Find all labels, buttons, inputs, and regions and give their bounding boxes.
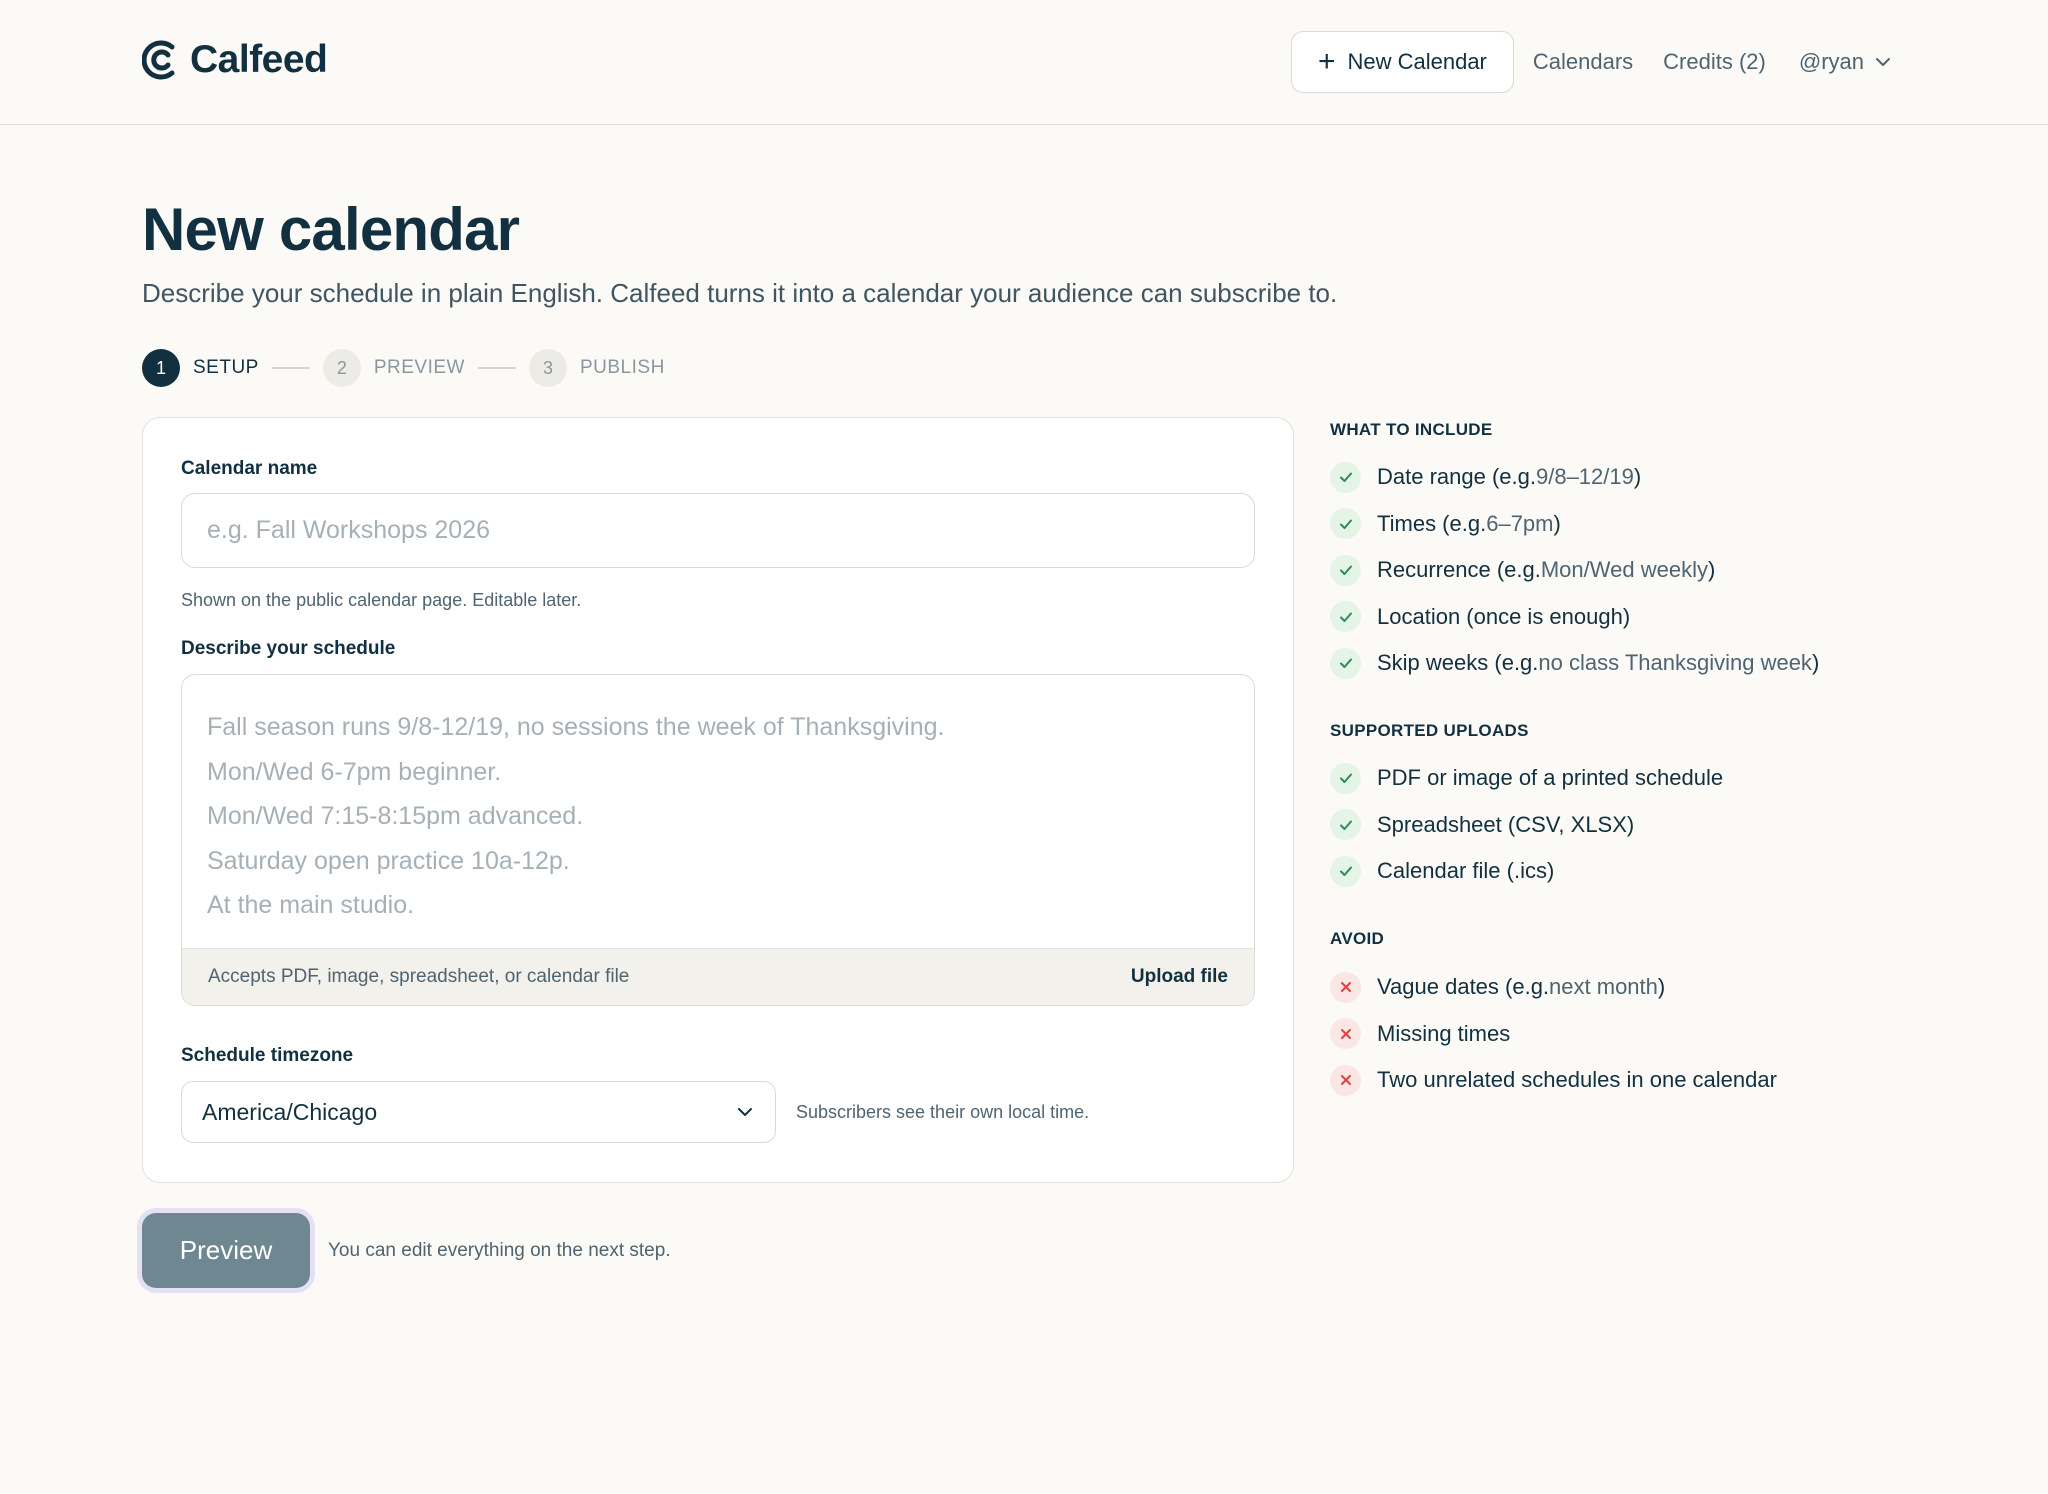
timezone-select[interactable]: America/Chicago (181, 1081, 776, 1143)
check-icon (1330, 809, 1361, 840)
avoid-item: Missing times (1330, 1016, 1510, 1052)
x-icon (1330, 1018, 1361, 1049)
calfeed-logo-icon (142, 40, 175, 80)
item-suffix: ) (1633, 464, 1642, 489)
stepper: 1 SETUP 2 PREVIEW 3 PUBLISH (142, 349, 665, 387)
item-text: Vague dates (e.g. (1377, 974, 1550, 999)
step-publish: 3 PUBLISH (528, 349, 665, 387)
item-text: Skip weeks (e.g. (1377, 650, 1539, 675)
top-navbar: Calfeed + New Calendar Calendars Credits… (0, 0, 2048, 125)
step-label: PREVIEW (373, 357, 465, 378)
page-title: New calendar (142, 196, 520, 263)
schedule-box: Accepts PDF, image, spreadsheet, or cale… (181, 674, 1255, 1006)
step-setup: 1 SETUP (142, 349, 259, 387)
avoid-item: Vague dates (e.g. next month) (1330, 969, 1665, 1005)
checklist-item: Date range (e.g. 9/8–12/19) (1330, 459, 1641, 495)
calendar-name-label: Calendar name (181, 458, 318, 479)
schedule-textarea[interactable] (182, 675, 1254, 951)
avoid-heading: AVOID (1330, 929, 1385, 948)
step-number: 2 (322, 349, 361, 387)
upload-note: Accepts PDF, image, spreadsheet, or cale… (208, 966, 630, 987)
item-example: no class Thanksgiving week (1538, 650, 1812, 675)
checklist-item: Skip weeks (e.g. no class Thanksgiving w… (1330, 645, 1819, 681)
plus-icon: + (1317, 45, 1336, 78)
uploads-heading: SUPPORTED UPLOADS (1330, 721, 1529, 740)
step-number: 3 (528, 349, 567, 387)
upload-file-button[interactable]: Upload file (1131, 966, 1228, 988)
item-text: Missing times (1377, 1020, 1511, 1046)
logo[interactable]: Calfeed (142, 38, 328, 82)
step-label: SETUP (193, 357, 259, 378)
form-card: Calendar name Shown on the public calend… (142, 417, 1294, 1183)
item-text: Location (once is enough) (1377, 603, 1631, 629)
user-menu[interactable]: @ryan (1799, 49, 1892, 75)
item-text: Two unrelated schedules in one calendar (1377, 1067, 1777, 1092)
check-icon (1330, 461, 1361, 493)
item-text: PDF or image of a printed schedule (1377, 765, 1724, 790)
checklist-item: Calendar file (.ics) (1330, 853, 1554, 889)
new-calendar-label: New Calendar (1347, 49, 1487, 74)
x-icon (1330, 971, 1361, 1003)
item-example: next month (1549, 974, 1658, 999)
logo-text: Calfeed (190, 38, 328, 81)
item-suffix: ) (1707, 557, 1716, 582)
timezone-value: America/Chicago (202, 1098, 378, 1125)
checklist-item: Times (e.g. 6–7pm) (1330, 506, 1561, 542)
item-suffix: ) (1657, 974, 1666, 999)
item-example: Mon/Wed weekly (1540, 557, 1708, 582)
step-connector (271, 367, 310, 369)
nav-credits[interactable]: Credits (2) (1663, 49, 1766, 75)
page-subtitle: Describe your schedule in plain English.… (142, 278, 1338, 308)
item-example: 9/8–12/19 (1535, 464, 1634, 489)
preview-note: You can edit everything on the next step… (328, 1240, 671, 1261)
item-text: Recurrence (e.g. (1377, 557, 1541, 582)
step-connector (477, 367, 516, 369)
include-heading: WHAT TO INCLUDE (1330, 420, 1493, 439)
x-icon (1330, 1064, 1361, 1096)
checklist-item: PDF or image of a printed schedule (1330, 760, 1723, 796)
calendar-name-help: Shown on the public calendar page. Edita… (181, 590, 582, 610)
chevron-down-icon (738, 1108, 752, 1116)
step-number: 1 (142, 349, 180, 387)
upload-bar: Accepts PDF, image, spreadsheet, or cale… (182, 948, 1254, 1005)
item-text: Times (e.g. (1377, 510, 1487, 536)
main-nav: + New Calendar Calendars Credits (2) @ry… (1290, 31, 1892, 93)
check-icon (1330, 647, 1361, 679)
checklist-item: Recurrence (e.g. Mon/Wed weekly) (1330, 552, 1715, 588)
check-icon (1330, 508, 1361, 539)
timezone-label: Schedule timezone (181, 1045, 354, 1066)
step-label: PUBLISH (579, 357, 665, 378)
schedule-label: Describe your schedule (181, 638, 396, 659)
timezone-note: Subscribers see their own local time. (796, 1102, 1090, 1122)
item-suffix: ) (1553, 510, 1561, 536)
check-icon (1330, 601, 1361, 632)
user-handle: @ryan (1798, 49, 1864, 74)
calendar-name-input[interactable] (181, 493, 1255, 568)
nav-calendars[interactable]: Calendars (1533, 49, 1633, 75)
check-icon (1330, 554, 1361, 586)
checklist-item: Spreadsheet (CSV, XLSX) (1330, 807, 1634, 843)
new-calendar-button[interactable]: + New Calendar (1290, 31, 1514, 93)
item-text: Calendar file (.ics) (1377, 858, 1555, 883)
item-text: Date range (e.g. (1377, 464, 1536, 489)
checklist-item: Location (once is enough) (1330, 599, 1630, 635)
item-suffix: ) (1811, 650, 1820, 675)
item-text: Spreadsheet (CSV, XLSX) (1377, 811, 1635, 837)
step-preview: 2 PREVIEW (322, 349, 465, 387)
chevron-down-icon (1876, 58, 1890, 66)
preview-button[interactable]: Preview (142, 1213, 310, 1288)
check-icon (1330, 855, 1361, 887)
item-example: 6–7pm (1486, 510, 1554, 536)
avoid-item: Two unrelated schedules in one calendar (1330, 1062, 1777, 1098)
check-icon (1330, 762, 1361, 794)
